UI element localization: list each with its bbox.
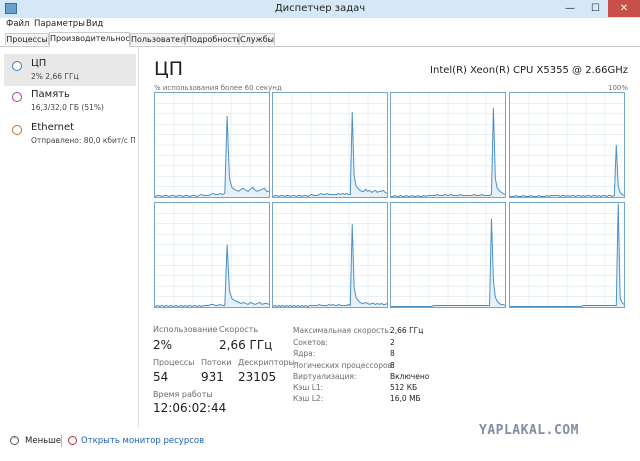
spec-value: 512 КБ [390, 383, 418, 392]
core-graph-svg [273, 203, 387, 307]
speed-label: Скорость [219, 325, 259, 334]
menu-bar: Файл Параметры Вид [0, 18, 640, 31]
close-button[interactable]: ✕ [608, 0, 640, 17]
core-graph-6 [272, 202, 388, 308]
resource-item-cpu[interactable]: ЦП 2% 2,66 ГГц [4, 54, 136, 86]
cpu-title: ЦП [154, 58, 184, 80]
usage-label: Использование [153, 325, 218, 334]
spec-label: Виртуализация: [293, 372, 357, 381]
menu-file[interactable]: Файл [6, 19, 29, 29]
core-graph-2 [272, 92, 388, 198]
ethernet-indicator-icon [12, 125, 22, 135]
tab-performance[interactable]: Производительность [49, 32, 139, 47]
tab-processes[interactable]: Процессы [5, 33, 49, 45]
resource-name: ЦП [31, 58, 47, 69]
core-graph-7 [390, 202, 506, 308]
menu-options[interactable]: Параметры [34, 19, 85, 29]
resource-detail: 2% 2,66 ГГц [31, 72, 79, 81]
resource-item-ethernet[interactable]: Ethernet Отправлено: 80,0 кбит/с Прин [4, 118, 136, 150]
maximize-button[interactable]: ☐ [583, 0, 608, 17]
resource-name: Память [31, 89, 70, 100]
core-graph-5 [154, 202, 270, 308]
resource-name: Ethernet [31, 122, 75, 133]
resource-detail: Отправлено: 80,0 кбит/с Прин [31, 136, 135, 145]
core-graph-3 [390, 92, 506, 198]
tab-details[interactable]: Подробности [185, 33, 242, 45]
spec-value: 8 [390, 349, 395, 358]
minimize-button[interactable]: — [557, 0, 583, 17]
tab-strip: Процессы Производительность Пользователи… [0, 32, 640, 47]
menu-view[interactable]: Вид [86, 19, 103, 29]
processes-value: 54 [153, 370, 169, 384]
graph-max-label: 100% [607, 84, 628, 92]
core-graph-4 [509, 92, 625, 198]
resource-item-memory[interactable]: Память 16,3/32,0 ГБ (51%) [4, 85, 136, 117]
spec-label: Сокетов: [293, 338, 328, 347]
handles-label: Дескрипторы [238, 358, 295, 367]
core-graph-svg [273, 93, 387, 197]
core-graph-svg [391, 93, 505, 197]
resource-list: ЦП 2% 2,66 ГГц Память 16,3/32,0 ГБ (51%)… [0, 47, 139, 427]
threads-label: Потоки [201, 358, 232, 367]
handles-value: 23105 [238, 370, 277, 384]
resource-detail: 16,3/32,0 ГБ (51%) [31, 103, 104, 112]
speed-value: 2,66 ГГц [219, 338, 273, 352]
memory-indicator-icon [12, 92, 22, 102]
core-graph-svg [510, 203, 624, 307]
spec-label: Кэш L1: [293, 383, 324, 392]
core-graph-svg [510, 93, 624, 197]
window-title: Диспетчер задач [274, 3, 366, 14]
spec-label: Логических процессоров: [293, 361, 395, 370]
resource-monitor-icon [68, 436, 77, 445]
spec-value: 2,66 ГГц [390, 326, 424, 335]
spec-value: Включено [390, 372, 430, 381]
watermark-logo: YAPLAKAL.COM [479, 423, 579, 438]
core-graph-1 [154, 92, 270, 198]
spec-value: 2 [390, 338, 395, 347]
fewer-details-button[interactable]: Меньше [25, 436, 61, 446]
chevron-up-icon[interactable]: ˄ [10, 436, 19, 445]
footer-divider [61, 435, 62, 447]
uptime-label: Время работы [153, 390, 213, 399]
core-graph-svg [391, 203, 505, 307]
processes-label: Процессы [153, 358, 195, 367]
graph-caption: % использования более 60 секунд [154, 84, 282, 92]
spec-label: Максимальная скорость: [293, 326, 392, 335]
tab-services[interactable]: Службы [239, 33, 275, 45]
spec-value: 8 [390, 361, 395, 370]
title-bar: Диспетчер задач — ☐ ✕ [0, 0, 640, 19]
core-graph-8 [509, 202, 625, 308]
cpu-indicator-icon [12, 61, 22, 71]
cpu-model: Intel(R) Xeon(R) CPU X5355 @ 2.66GHz [430, 65, 628, 76]
spec-label: Ядра: [293, 349, 316, 358]
core-graph-svg [155, 93, 269, 197]
uptime-value: 12:06:02:44 [153, 401, 227, 415]
open-resource-monitor-link[interactable]: Открыть монитор ресурсов [81, 436, 204, 446]
threads-value: 931 [201, 370, 224, 384]
core-graph-svg [155, 203, 269, 307]
spec-value: 16,0 МБ [390, 394, 421, 403]
spec-label: Кэш L2: [293, 394, 324, 403]
cpu-panel: ЦП Intel(R) Xeon(R) CPU X5355 @ 2.66GHz … [140, 47, 640, 427]
usage-value: 2% [153, 338, 173, 352]
tab-users[interactable]: Пользователи [130, 33, 190, 45]
